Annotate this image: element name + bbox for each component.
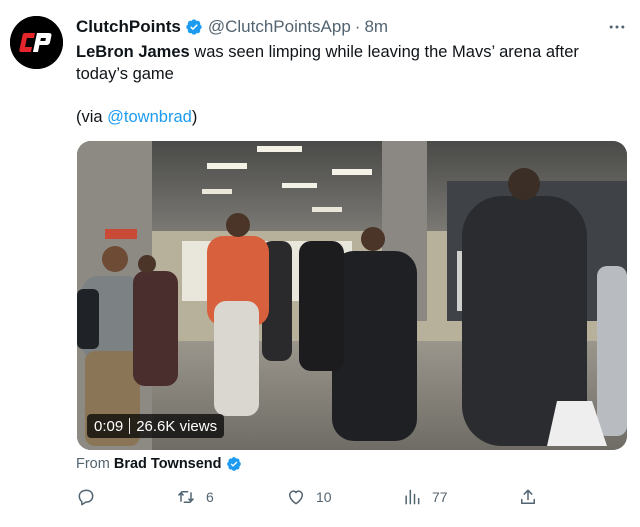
views-button[interactable]: 77 xyxy=(402,486,448,508)
retweet-count: 6 xyxy=(206,489,214,505)
via-mention-link[interactable]: @townbrad xyxy=(107,108,192,126)
video-player[interactable]: 0:09 26.6K views xyxy=(77,141,627,450)
author-handle[interactable]: @ClutchPointsApp xyxy=(208,17,351,37)
header-separator: · xyxy=(354,17,361,36)
tweet-text: LeBron James was seen limping while leav… xyxy=(76,41,596,85)
timestamp[interactable]: 8m xyxy=(364,17,388,37)
via-prefix: (via xyxy=(76,108,108,126)
reply-button[interactable] xyxy=(76,486,106,508)
more-options-icon[interactable] xyxy=(607,17,627,37)
via-line: (via @townbrad) xyxy=(76,106,197,128)
avatar[interactable] xyxy=(10,16,63,69)
via-suffix: ) xyxy=(191,108,198,126)
share-button[interactable] xyxy=(518,486,548,508)
views-count: 77 xyxy=(432,489,448,505)
heart-icon xyxy=(289,490,303,505)
video-stats-badge: 0:09 26.6K views xyxy=(87,414,225,438)
source-prefix: From xyxy=(76,456,110,472)
views-chart-icon xyxy=(405,489,420,505)
verified-badge-icon xyxy=(186,19,202,35)
tweet-header: ClutchPoints @ClutchPointsApp · 8m xyxy=(76,16,388,38)
clutchpoints-logo-icon xyxy=(10,16,63,69)
mentioned-name: LeBron James xyxy=(76,43,190,61)
retweet-icon xyxy=(178,491,194,503)
like-count: 10 xyxy=(316,489,332,505)
video-frame-thumbnail xyxy=(77,141,627,450)
author-name[interactable]: ClutchPoints xyxy=(76,17,181,37)
like-button[interactable]: 10 xyxy=(286,486,332,508)
video-duration: 0:09 xyxy=(94,417,124,435)
reply-icon xyxy=(78,489,94,506)
action-bar: 6 10 77 xyxy=(76,486,546,510)
video-source: From Brad Townsend xyxy=(76,454,242,474)
video-views: 26.6K views xyxy=(136,417,218,435)
share-icon xyxy=(521,489,535,504)
verified-badge-icon xyxy=(226,457,241,471)
retweet-button[interactable]: 6 xyxy=(176,486,214,508)
badge-divider xyxy=(129,418,131,434)
source-author-link[interactable]: Brad Townsend xyxy=(114,456,222,472)
